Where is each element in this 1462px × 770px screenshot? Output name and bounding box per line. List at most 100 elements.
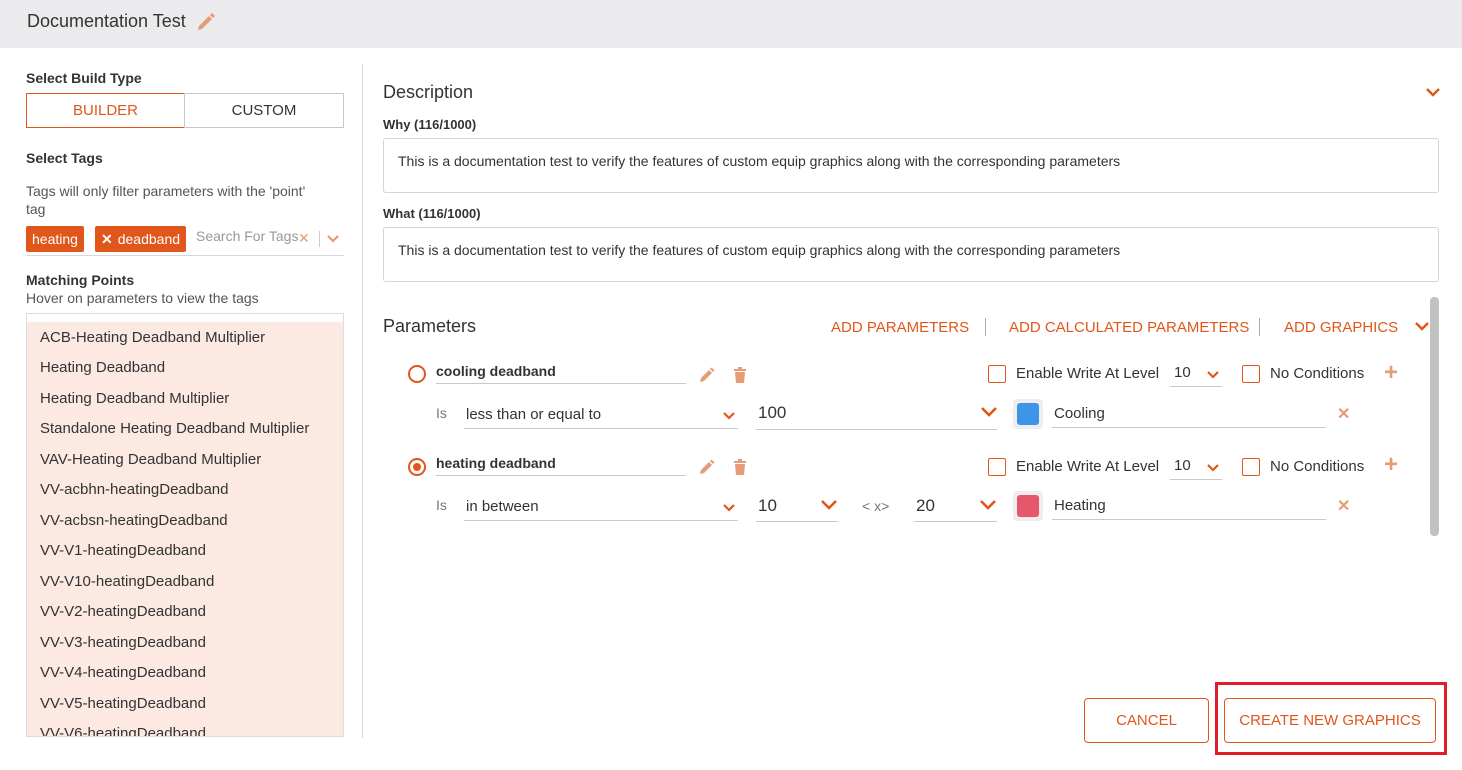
- matching-points-hint: Hover on parameters to view the tags: [26, 290, 259, 306]
- page-title: Documentation Test: [27, 11, 186, 31]
- radio-selected-dot: [413, 463, 421, 471]
- tag-chip-deadband[interactable]: ✕ deadband: [95, 226, 187, 252]
- why-label: Why (116/1000): [383, 117, 477, 132]
- delete-icon[interactable]: [731, 458, 749, 476]
- chevron-down-icon[interactable]: [980, 406, 998, 418]
- highlight-box: [1215, 682, 1447, 755]
- select-underline: [464, 520, 738, 521]
- no-conditions-checkbox[interactable]: [1242, 458, 1260, 476]
- value-to-select[interactable]: 20: [916, 496, 935, 516]
- select-underline: [914, 521, 997, 522]
- no-conditions-checkbox[interactable]: [1242, 365, 1260, 383]
- list-item[interactable]: VV-acbsn-heatingDeadband: [40, 512, 228, 529]
- param-radio-heating[interactable]: [408, 458, 426, 476]
- edit-icon[interactable]: [698, 366, 716, 384]
- chevron-down-icon[interactable]: [1206, 463, 1220, 473]
- param-radio-cooling[interactable]: [408, 365, 426, 383]
- no-conditions-label: No Conditions: [1270, 365, 1365, 382]
- remove-row-icon[interactable]: ✕: [1337, 496, 1350, 516]
- write-level-select[interactable]: 10: [1174, 457, 1191, 474]
- tag-chip-label: deadband: [117, 231, 181, 247]
- header-bar: Documentation Test: [0, 0, 1462, 48]
- add-condition-icon[interactable]: +: [1384, 359, 1398, 387]
- write-level-select[interactable]: 10: [1174, 364, 1191, 381]
- clear-tags-icon[interactable]: ✕: [298, 230, 310, 247]
- value-select[interactable]: 100: [758, 403, 786, 423]
- list-item[interactable]: VV-V5-heatingDeadband: [40, 695, 206, 712]
- what-textarea[interactable]: This is a documentation test to verify t…: [383, 227, 1439, 282]
- panel-divider: [362, 64, 363, 738]
- separator: [319, 231, 320, 247]
- tag-search-input[interactable]: Search For Tags: [196, 228, 298, 244]
- list-item[interactable]: ACB-Heating Deadband Multiplier: [40, 329, 265, 346]
- chevron-down-icon[interactable]: [1425, 86, 1441, 98]
- custom-toggle[interactable]: CUSTOM: [184, 93, 344, 128]
- param-name-heating[interactable]: heating deadband: [436, 455, 556, 471]
- select-underline: [1170, 386, 1222, 387]
- add-graphics-button[interactable]: ADD GRAPHICS: [1284, 319, 1398, 336]
- list-item[interactable]: VV-V6-heatingDeadband: [40, 725, 206, 736]
- separator: [985, 318, 986, 336]
- chevron-down-icon[interactable]: [979, 499, 997, 511]
- parameters-scrollbar[interactable]: [1430, 297, 1439, 536]
- list-item[interactable]: VV-V2-heatingDeadband: [40, 603, 206, 620]
- param-name-underline: [436, 383, 686, 384]
- enable-write-label: Enable Write At Level: [1016, 458, 1160, 475]
- description-title: Description: [383, 82, 474, 102]
- list-item[interactable]: VV-V1-heatingDeadband: [40, 542, 206, 559]
- builder-toggle[interactable]: BUILDER: [26, 93, 185, 128]
- remove-row-icon[interactable]: ✕: [1337, 404, 1350, 424]
- chevron-down-icon[interactable]: [1414, 320, 1430, 332]
- tags-label: Select Tags: [26, 150, 103, 166]
- why-textarea[interactable]: This is a documentation test to verify t…: [383, 138, 1439, 193]
- param-name-cooling[interactable]: cooling deadband: [436, 363, 556, 379]
- tag-chip-heating[interactable]: heating: [26, 226, 84, 252]
- color-swatch-heating[interactable]: [1013, 491, 1043, 521]
- value-from-select[interactable]: 10: [758, 496, 777, 516]
- tag-chip-label: heating: [32, 231, 78, 247]
- is-label: Is: [436, 405, 447, 421]
- delete-icon[interactable]: [731, 366, 749, 384]
- chevron-down-icon[interactable]: [820, 499, 838, 511]
- select-underline: [756, 521, 838, 522]
- chevron-down-icon[interactable]: [326, 234, 340, 244]
- chevron-down-icon[interactable]: [1206, 370, 1220, 380]
- input-underline: [1052, 427, 1326, 428]
- points-list-body: ACB-Heating Deadband Multiplier Heating …: [27, 322, 343, 736]
- tags-hint-cont: tag: [26, 201, 46, 217]
- list-item[interactable]: Standalone Heating Deadband Multiplier: [40, 420, 309, 437]
- chevron-down-icon[interactable]: [722, 411, 736, 421]
- list-item[interactable]: VV-V10-heatingDeadband: [40, 573, 214, 590]
- parameters-title: Parameters: [383, 316, 477, 336]
- list-item[interactable]: Heating Deadband Multiplier: [40, 390, 229, 407]
- cancel-button[interactable]: CANCEL: [1084, 698, 1209, 743]
- remove-tag-icon[interactable]: ✕: [101, 231, 113, 248]
- tag-input-underline: [26, 255, 344, 256]
- list-item[interactable]: VV-V4-heatingDeadband: [40, 664, 206, 681]
- list-item[interactable]: VV-acbhn-heatingDeadband: [40, 481, 228, 498]
- input-underline: [1052, 519, 1326, 520]
- color-swatch-cooling[interactable]: [1013, 399, 1043, 429]
- list-item[interactable]: VV-V3-heatingDeadband: [40, 634, 206, 651]
- enable-write-label: Enable Write At Level: [1016, 365, 1160, 382]
- param-name-underline: [436, 475, 686, 476]
- color-label-input[interactable]: Cooling: [1054, 405, 1105, 422]
- matching-points-label: Matching Points: [26, 272, 135, 288]
- separator: [1259, 318, 1260, 336]
- matching-points-list[interactable]: ACB-Heating Deadband Multiplier Heating …: [26, 313, 344, 737]
- condition-select[interactable]: less than or equal to: [466, 406, 601, 423]
- enable-write-checkbox[interactable]: [988, 365, 1006, 383]
- color-label-input[interactable]: Heating: [1054, 497, 1106, 514]
- list-item[interactable]: Heating Deadband: [40, 359, 165, 376]
- list-item[interactable]: VAV-Heating Deadband Multiplier: [40, 451, 261, 468]
- edit-title-icon[interactable]: [195, 11, 217, 33]
- add-parameters-button[interactable]: ADD PARAMETERS: [831, 319, 969, 336]
- condition-select[interactable]: in between: [466, 498, 539, 515]
- build-type-label: Select Build Type: [26, 70, 142, 86]
- chevron-down-icon[interactable]: [722, 503, 736, 513]
- add-calculated-parameters-button[interactable]: ADD CALCULATED PARAMETERS: [1009, 319, 1249, 336]
- add-condition-icon[interactable]: +: [1384, 451, 1398, 479]
- edit-icon[interactable]: [698, 458, 716, 476]
- select-underline: [464, 428, 738, 429]
- enable-write-checkbox[interactable]: [988, 458, 1006, 476]
